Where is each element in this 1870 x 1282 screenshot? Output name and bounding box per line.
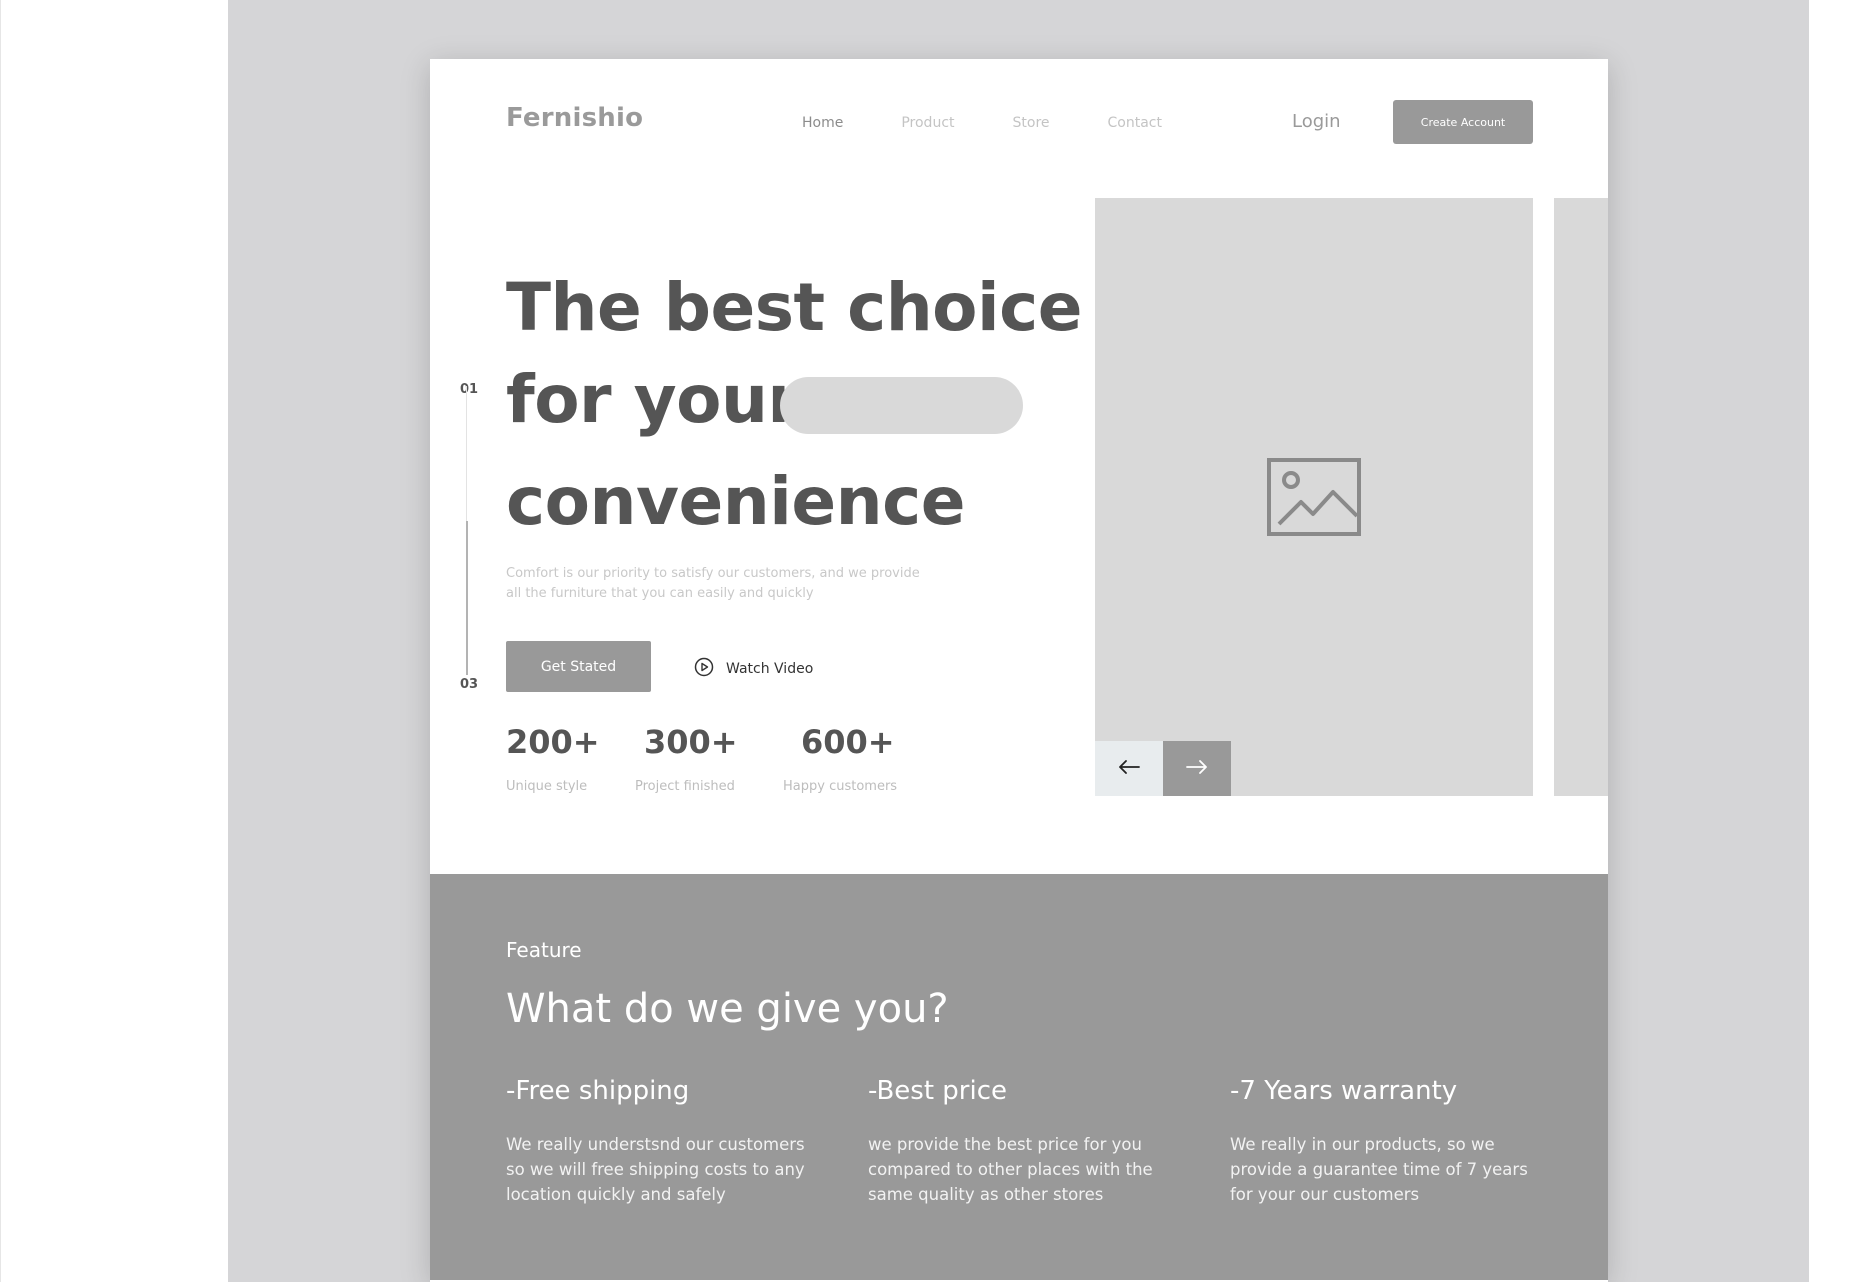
get-started-button[interactable]: Get Stated bbox=[506, 641, 651, 692]
stat-value-projects: 300+ bbox=[644, 723, 738, 761]
slide-index-end: 03 bbox=[460, 677, 479, 692]
watch-video-label: Watch Video bbox=[726, 661, 814, 677]
feature-item-warranty: -7 Years warranty We really in our produ… bbox=[1230, 1076, 1542, 1207]
landing-page-frame: Fernishio Home Product Store Contact Log… bbox=[430, 59, 1608, 1282]
feature-item-desc: we provide the best price for you compar… bbox=[868, 1135, 1153, 1204]
feature-section: Feature What do we give you? -Free shipp… bbox=[430, 874, 1608, 1280]
slide-index-start: 01 bbox=[460, 382, 479, 397]
right-panel bbox=[1809, 0, 1870, 1282]
nav-item-store[interactable]: Store bbox=[1013, 115, 1050, 131]
stat-value-unique-style: 200+ bbox=[506, 723, 600, 761]
login-link[interactable]: Login bbox=[1292, 111, 1341, 132]
hero-headline-line2: for your bbox=[506, 361, 800, 438]
image-placeholder-icon bbox=[1267, 458, 1361, 542]
nav-item-contact[interactable]: Contact bbox=[1108, 115, 1162, 131]
next-slide-preview bbox=[1554, 198, 1608, 796]
feature-item-desc: We really understsnd our customers so we… bbox=[506, 1135, 805, 1204]
arrow-right-icon bbox=[1185, 759, 1209, 779]
carousel-prev-button[interactable] bbox=[1095, 741, 1163, 796]
slide-progress[interactable] bbox=[466, 521, 468, 675]
nav-item-home[interactable]: Home bbox=[802, 115, 843, 131]
watch-video-button[interactable]: Watch Video bbox=[694, 657, 813, 681]
feature-eyebrow: Feature bbox=[506, 938, 582, 962]
main-nav: Home Product Store Contact bbox=[802, 115, 1220, 131]
hero-headline-line3: convenience bbox=[506, 463, 965, 540]
stat-label-customers: Happy customers bbox=[783, 779, 898, 794]
feature-item-title: -Best price bbox=[868, 1076, 1008, 1106]
slide-track bbox=[466, 386, 467, 526]
hero-headline-line1: The best choice bbox=[506, 269, 1083, 346]
left-panel bbox=[0, 0, 228, 1282]
arrow-left-icon bbox=[1117, 759, 1141, 779]
create-account-button[interactable]: Create Account bbox=[1393, 100, 1533, 144]
feature-title: What do we give you? bbox=[506, 986, 949, 1032]
hero-subtitle: Comfort is our priority to satisfy our c… bbox=[506, 566, 920, 601]
feature-item-desc: We really in our products, so we provide… bbox=[1230, 1135, 1528, 1204]
feature-item-best-price: -Best price we provide the best price fo… bbox=[868, 1076, 1168, 1207]
stat-value-customers: 600+ bbox=[801, 723, 895, 761]
feature-item-title: -Free shipping bbox=[506, 1076, 690, 1106]
hero-image-placeholder bbox=[1095, 198, 1533, 796]
stat-label-projects: Project finished bbox=[635, 779, 735, 794]
brand-logo[interactable]: Fernishio bbox=[506, 103, 643, 133]
nav-item-product[interactable]: Product bbox=[901, 115, 954, 131]
feature-item-title: -7 Years warranty bbox=[1230, 1076, 1458, 1106]
headline-highlight-pill bbox=[780, 377, 1023, 434]
play-circle-icon bbox=[694, 657, 714, 681]
carousel-next-button[interactable] bbox=[1163, 741, 1231, 796]
feature-item-free-shipping: -Free shipping We really understsnd our … bbox=[506, 1076, 816, 1207]
stat-label-unique-style: Unique style bbox=[506, 779, 588, 794]
